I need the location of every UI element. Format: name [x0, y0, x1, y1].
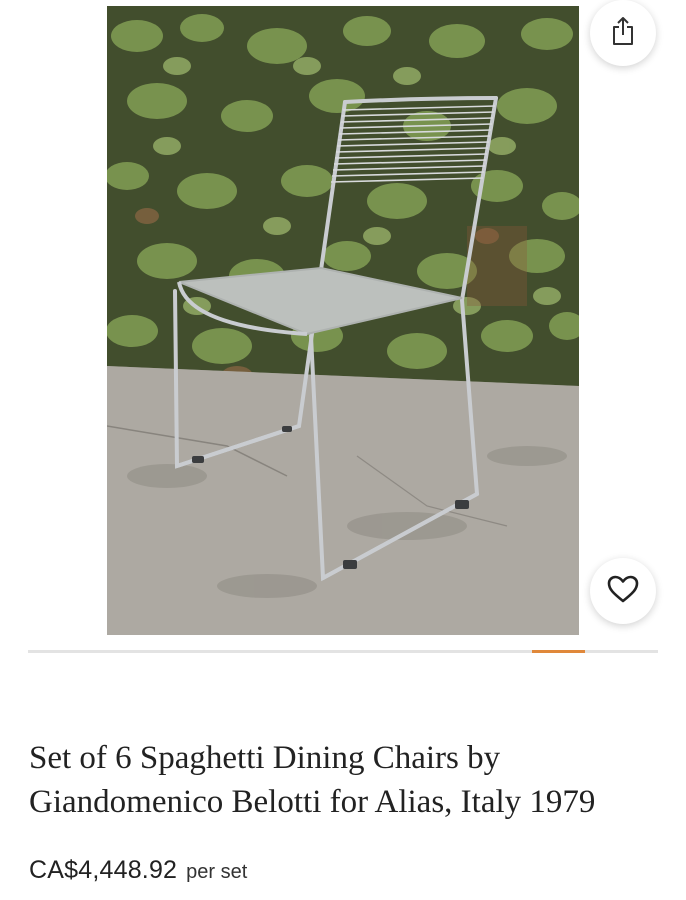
- share-icon: [610, 16, 636, 51]
- gallery-progress-track: [28, 650, 658, 653]
- favorite-button[interactable]: [590, 558, 656, 624]
- product-price: CA$4,448.92: [29, 856, 178, 884]
- heart-icon: [606, 574, 640, 609]
- price-unit: per set: [186, 861, 248, 883]
- product-title: Set of 6 Spaghetti Dining Chairs by Gian…: [29, 740, 596, 820]
- product-photo[interactable]: [107, 6, 579, 635]
- gallery-progress-indicator: [532, 650, 585, 653]
- share-button[interactable]: [590, 0, 656, 66]
- price-row: CA$4,448.92 per set: [29, 856, 247, 885]
